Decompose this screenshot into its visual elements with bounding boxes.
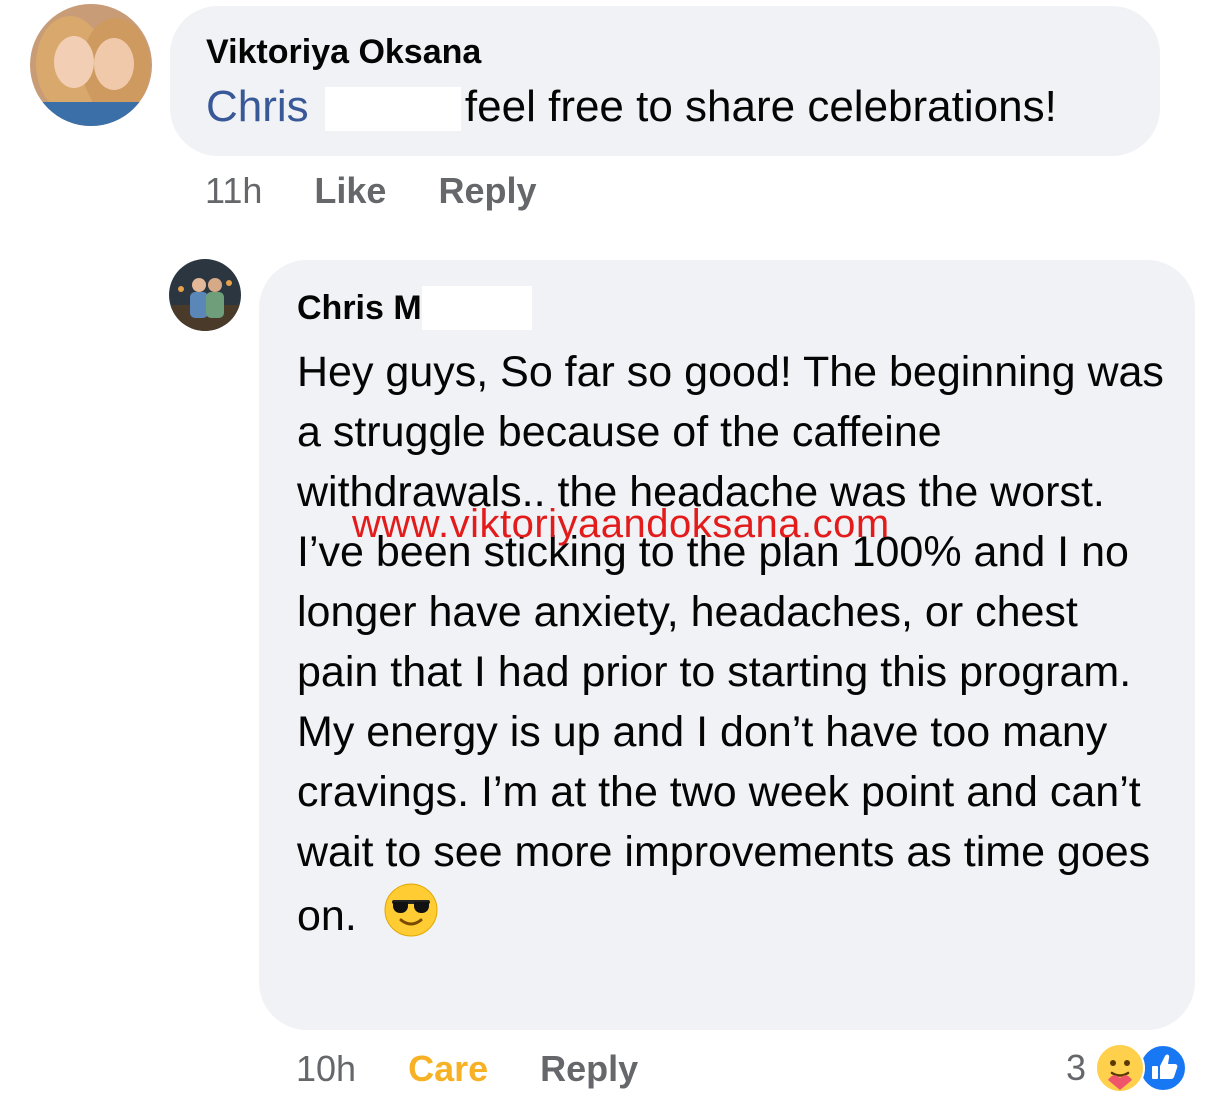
- comment-actions: 10h Care Reply: [296, 1048, 638, 1090]
- avatar-chris[interactable]: [169, 259, 241, 331]
- comment-actions: 11h Like Reply: [205, 170, 537, 212]
- comment-bubble-viktoriya: Viktoriya Oksana Chris feel free to shar…: [170, 6, 1160, 156]
- comment-text-body: feel free to share celebrations!: [464, 82, 1057, 131]
- comment-body: Hey guys, So far so good! The beginning …: [297, 342, 1165, 954]
- comment-author-line: Chris M: [297, 286, 1165, 330]
- comment-timestamp[interactable]: 10h: [296, 1048, 356, 1090]
- comment-author[interactable]: Chris M: [297, 288, 422, 328]
- like-button[interactable]: Like: [314, 170, 386, 212]
- care-reaction-button[interactable]: Care: [408, 1048, 488, 1090]
- comment-text: Chris feel free to share celebrations!: [206, 76, 1160, 138]
- reaction-count: 3: [1066, 1047, 1087, 1088]
- redaction-box: [421, 286, 532, 330]
- comment-timestamp[interactable]: 11h: [205, 170, 262, 212]
- sunglasses-emoji-icon: [383, 882, 439, 954]
- comment-bubble-chris: Chris M Hey guys, So far so good! The be…: [259, 260, 1195, 1030]
- reply-button[interactable]: Reply: [438, 170, 536, 212]
- comment-body-text: Hey guys, So far so good! The beginning …: [297, 348, 1164, 940]
- care-icon: [1094, 1042, 1146, 1094]
- comment-author[interactable]: Viktoriya Oksana: [206, 32, 1160, 72]
- redaction-box: [324, 87, 461, 132]
- avatar-viktoriya-oksana[interactable]: [30, 4, 152, 126]
- mention-link[interactable]: Chris: [206, 82, 309, 131]
- reaction-summary[interactable]: 3: [1066, 1042, 1188, 1094]
- reply-button[interactable]: Reply: [540, 1048, 638, 1090]
